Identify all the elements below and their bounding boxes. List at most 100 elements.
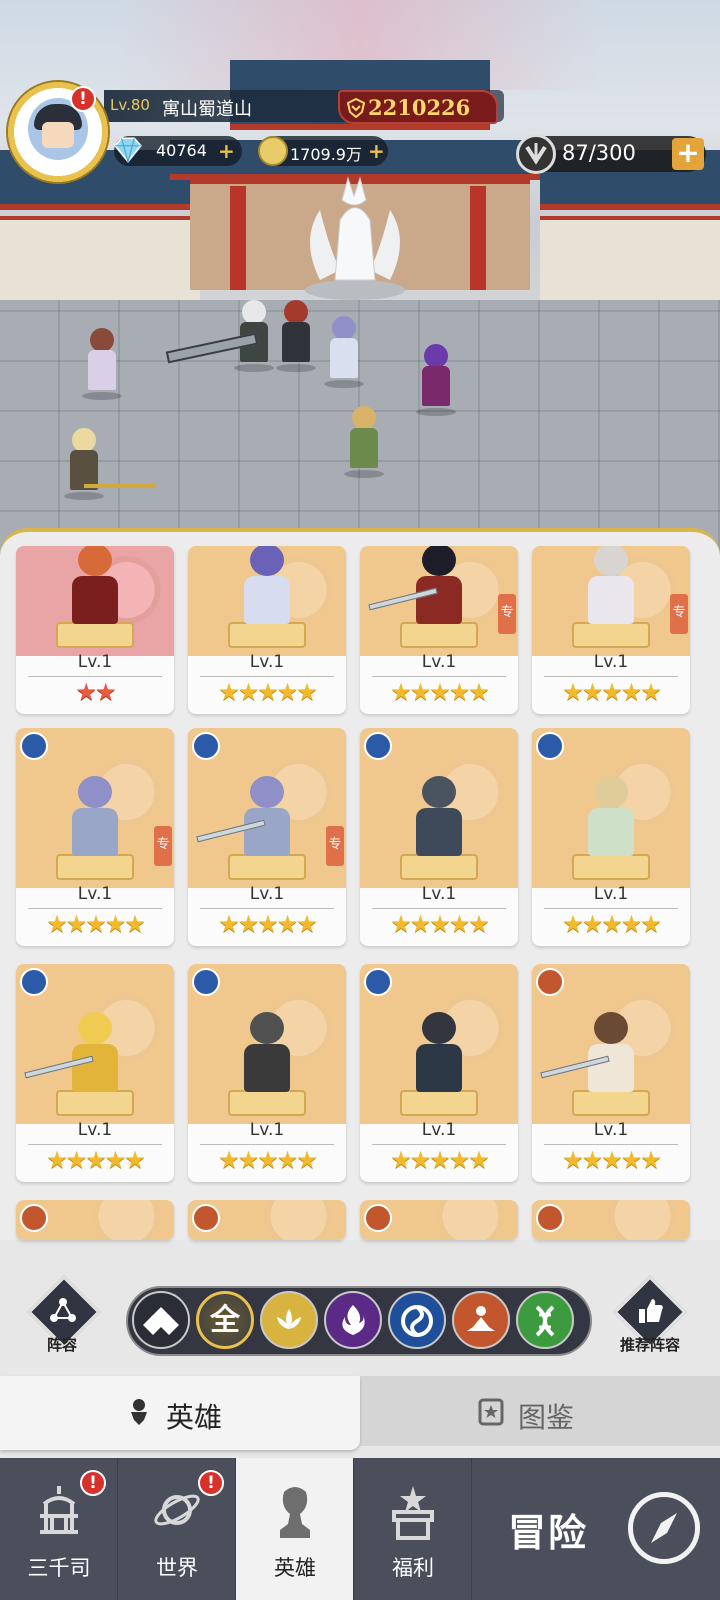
card-divider	[372, 908, 506, 909]
lineup-icon	[50, 1298, 76, 1322]
codex-book-icon	[478, 1398, 504, 1426]
hero-card[interactable]	[360, 1200, 518, 1240]
flame-icon[interactable]	[324, 1291, 382, 1349]
hero-level: Lv.1	[421, 652, 457, 672]
card-divider	[372, 1144, 506, 1145]
dna-icon[interactable]	[516, 1291, 574, 1349]
hero-card[interactable]: Lv.1 ★★★★★	[532, 964, 690, 1182]
exclusive-badge: 专	[498, 594, 516, 634]
hero-card[interactable]: Lv.1 ★★★★★	[16, 964, 174, 1182]
hero-card[interactable]: 专 Lv.1 ★★★★★	[188, 728, 346, 946]
crest-icon	[346, 98, 366, 118]
diamond-icon	[114, 137, 142, 164]
hero-card[interactable]: Lv.1 ★★★★★	[360, 964, 518, 1182]
hero-star-rating: ★★★★★	[218, 910, 318, 938]
hero-level: Lv.1	[593, 884, 629, 904]
compass-icon	[628, 1492, 700, 1564]
stamina-add-button[interactable]: +	[672, 138, 704, 170]
lineup-button[interactable]: 阵容	[22, 1275, 102, 1364]
card-divider	[544, 676, 678, 677]
hero-star-rating: ★★★★★	[562, 910, 662, 938]
hero-level: Lv.1	[593, 652, 629, 672]
hero-portrait	[16, 546, 174, 656]
hero-level: Lv.1	[77, 884, 113, 904]
nav-welfare-label: 福利	[392, 1556, 434, 1580]
gold-coin-icon	[258, 136, 288, 166]
nav-sanqiansi-label: 三千司	[27, 1556, 91, 1580]
wind-faction-icon	[192, 968, 220, 996]
temple-wall-left	[0, 216, 200, 300]
recommended-lineup-button[interactable]: 推荐阵容	[602, 1275, 698, 1364]
card-divider	[200, 676, 334, 677]
diamond-counter[interactable]: 40764 +	[114, 136, 242, 166]
tab-codex[interactable]: 图鉴	[360, 1376, 720, 1446]
exclusive-badge: 专	[326, 826, 344, 866]
lotus-icon[interactable]	[260, 1291, 318, 1349]
spear	[84, 484, 156, 488]
recommended-lineup-label: 推荐阵容	[619, 1336, 680, 1354]
hero-card[interactable]	[188, 1200, 346, 1240]
hero-card[interactable]: Lv.1 ★★★★★	[188, 546, 346, 714]
hero-level: Lv.1	[421, 884, 457, 904]
card-divider	[28, 676, 162, 677]
field-hero[interactable]	[80, 328, 124, 400]
hero-card[interactable]	[532, 1200, 690, 1240]
wind-icon[interactable]	[388, 1291, 446, 1349]
hero-card[interactable]: 专 Lv.1 ★★★★★	[532, 546, 690, 714]
stamina-icon	[516, 134, 556, 174]
hero-star-rating: ★★★★★	[46, 910, 146, 938]
field-hero[interactable]	[274, 300, 318, 372]
hero-card[interactable]: Lv.1 ★★★★★	[188, 964, 346, 1182]
player-name: 寓山蜀道山	[162, 99, 252, 120]
tab-heroes[interactable]: 英雄	[0, 1376, 360, 1450]
meditation-icon[interactable]	[452, 1291, 510, 1349]
field-hero[interactable]	[414, 344, 458, 416]
hero-star-rating: ★★★★★	[390, 1146, 490, 1174]
hero-card[interactable]: Lv.1 ★★	[16, 546, 174, 714]
palace-icon	[40, 1486, 78, 1534]
card-divider	[200, 908, 334, 909]
field-hero[interactable]	[342, 406, 386, 478]
sanqiansi-alert-badge: !	[80, 1470, 106, 1496]
wind-faction-icon	[364, 968, 392, 996]
hero-card[interactable]: Lv.1 ★★★★★	[360, 728, 518, 946]
nav-welfare[interactable]: 福利	[354, 1458, 472, 1600]
nav-world-label: 世界	[156, 1556, 198, 1580]
hero-star-rating: ★★	[75, 678, 116, 706]
hero-level: Lv.1	[593, 1120, 629, 1140]
card-divider	[200, 1144, 334, 1145]
wind-faction-icon	[364, 732, 392, 760]
nav-heroes[interactable]: 英雄	[236, 1458, 354, 1600]
wind-faction-icon	[536, 732, 564, 760]
card-divider	[544, 1144, 678, 1145]
wind-faction-icon	[192, 732, 220, 760]
monk-faction-icon	[192, 1204, 220, 1232]
pillar	[230, 186, 246, 290]
nav-adventure[interactable]: 冒险	[478, 1458, 720, 1600]
combat-power-value: 2210226	[368, 95, 471, 120]
field-hero[interactable]	[62, 428, 106, 500]
card-divider	[28, 908, 162, 909]
wind-faction-icon	[20, 732, 48, 760]
hero-level: Lv.1	[77, 652, 113, 672]
diamond-filter-icon[interactable]	[132, 1291, 190, 1349]
diamond-add-button[interactable]: +	[218, 139, 235, 163]
card-divider	[544, 908, 678, 909]
filter-all-button[interactable]: 全	[196, 1291, 254, 1349]
hero-bust-icon	[280, 1487, 310, 1538]
hero-level: Lv.1	[249, 1120, 285, 1140]
hero-level: Lv.1	[421, 1120, 457, 1140]
gold-counter[interactable]: 1709.9万 +	[258, 136, 388, 166]
hero-star-rating: ★★★★★	[562, 1146, 662, 1174]
hero-card[interactable]	[16, 1200, 174, 1240]
town-scene	[0, 0, 720, 560]
hero-card[interactable]: Lv.1 ★★★★★	[532, 728, 690, 946]
gold-add-button[interactable]: +	[368, 139, 385, 163]
stamina-counter[interactable]: 87/300 +	[516, 134, 706, 174]
hero-card[interactable]: 专 Lv.1 ★★★★★	[360, 546, 518, 714]
hero-card[interactable]: 专 Lv.1 ★★★★★	[16, 728, 174, 946]
wind-faction-icon	[20, 968, 48, 996]
hero-portrait	[188, 546, 346, 656]
field-hero[interactable]	[322, 316, 366, 388]
thumbs-up-icon	[639, 1299, 663, 1323]
